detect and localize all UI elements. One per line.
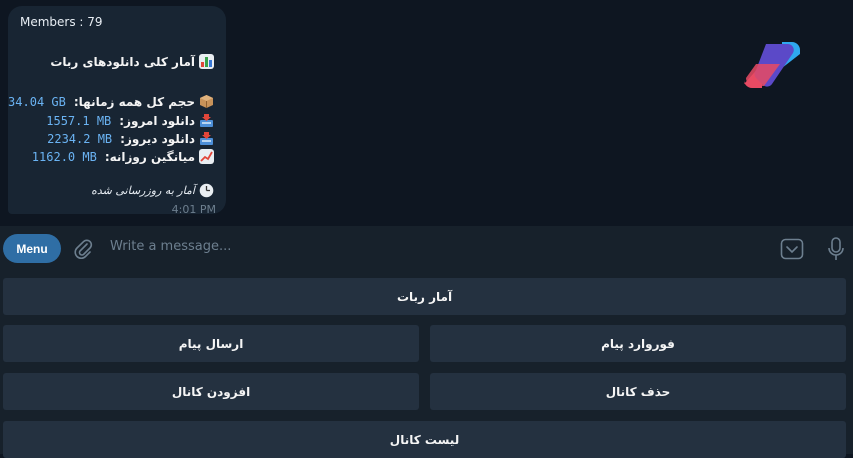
channel-list-button[interactable]: لیست کانال <box>3 421 846 458</box>
delete-channel-button[interactable]: حذف کانال <box>430 373 846 410</box>
bar-chart-icon <box>199 54 214 69</box>
attach-icon[interactable] <box>72 238 94 260</box>
chat-area: Members : 79 آمار کلی دانلودهای ربات حجم… <box>0 0 853 226</box>
clock-icon <box>199 183 214 198</box>
updated-note-text: آمار به روزرسانی شده <box>91 184 195 197</box>
updated-note: آمار به روزرسانی شده <box>91 183 214 198</box>
stat-average-label: میانگین روزانه: <box>104 149 195 164</box>
stat-total-value: 34.04 GB <box>8 94 66 109</box>
stat-today: دانلود امروز: 1557.1 MB <box>46 113 214 128</box>
message-composer: Menu Write a message... <box>0 226 853 272</box>
forward-message-button[interactable]: فوروارد پیام <box>430 325 846 362</box>
stat-average-value: 1162.0 MB <box>31 149 97 164</box>
stat-today-value: 1557.1 MB <box>46 113 112 128</box>
stat-yesterday-value: 2234.2 MB <box>47 131 113 146</box>
stat-yesterday-label: دانلود دیروز: <box>120 131 195 146</box>
stat-yesterday: دانلود دیروز: 2234.2 MB <box>47 131 214 146</box>
add-channel-button[interactable]: افزودن کانال <box>3 373 419 410</box>
menu-button[interactable]: Menu <box>3 234 61 263</box>
message-time: 4:01 PM <box>171 203 216 216</box>
bot-stats-button[interactable]: آمار ربات <box>3 278 846 315</box>
stats-title: آمار کلی دانلودهای ربات <box>50 54 214 69</box>
send-message-button[interactable]: ارسال پیام <box>3 325 419 362</box>
inbox-tray-icon <box>200 132 213 145</box>
stat-today-label: دانلود امروز: <box>119 113 195 128</box>
message-input[interactable]: Write a message... <box>110 239 231 254</box>
stat-total-label: حجم کل همه زمانها: <box>73 94 195 109</box>
stat-average: میانگین روزانه: 1162.0 MB <box>32 149 214 164</box>
inbox-tray-icon <box>200 114 213 127</box>
package-icon <box>200 95 213 108</box>
microphone-icon[interactable] <box>826 236 846 262</box>
chart-increasing-icon <box>199 149 214 164</box>
message-bubble[interactable]: Members : 79 آمار کلی دانلودهای ربات حجم… <box>8 6 226 216</box>
bot-logo-icon <box>744 42 800 88</box>
stats-title-text: آمار کلی دانلودهای ربات <box>50 54 195 69</box>
members-count: Members : 79 <box>20 15 103 29</box>
stat-total: حجم کل همه زمانها: 34.04 GB <box>8 94 214 109</box>
reply-keyboard: آمار ربات فوروارد پیام ارسال پیام حذف کا… <box>0 272 853 458</box>
bot-keyboard-icon[interactable] <box>780 238 804 260</box>
